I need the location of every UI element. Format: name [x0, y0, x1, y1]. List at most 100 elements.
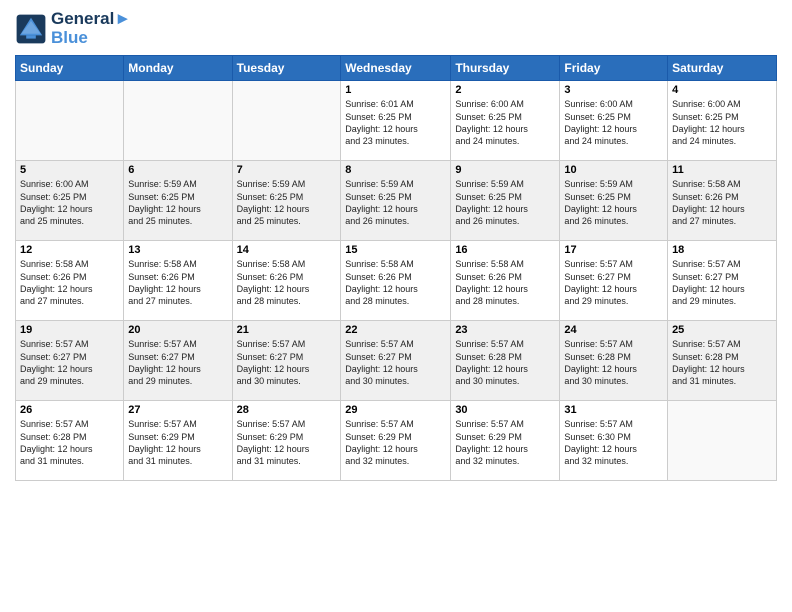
weekday-header: Sunday	[16, 56, 124, 81]
day-info: Sunrise: 6:01 AMSunset: 6:25 PMDaylight:…	[345, 98, 446, 147]
calendar-cell: 31 Sunrise: 5:57 AMSunset: 6:30 PMDayligh…	[560, 401, 668, 481]
calendar-week-row: 26 Sunrise: 5:57 AMSunset: 6:28 PMDayligh…	[16, 401, 777, 481]
calendar-cell: 8Sunrise: 5:59 AMSunset: 6:25 PMDaylight…	[341, 161, 451, 241]
day-number: 22	[345, 324, 446, 336]
calendar-cell: 11 Sunrise: 5:58 AMSunset: 6:26 PMDayligh…	[668, 161, 777, 241]
weekday-header: Wednesday	[341, 56, 451, 81]
day-number: 4	[672, 84, 772, 96]
day-info: Sunrise: 5:57 AMSunset: 6:27 PMDaylight:…	[20, 338, 119, 387]
logo-text: General► Blue	[51, 10, 131, 47]
day-info: Sunrise: 5:59 AMSunset: 6:25 PMDaylight:…	[564, 178, 663, 227]
day-info: Sunrise: 5:58 AMSunset: 6:26 PMDaylight:…	[672, 178, 772, 227]
day-number: 16	[455, 244, 555, 256]
calendar-cell: 15 Sunrise: 5:58 AMSunset: 6:26 PMDayligh…	[341, 241, 451, 321]
day-number: 17	[564, 244, 663, 256]
calendar-cell: 4 Sunrise: 6:00 AMSunset: 6:25 PMDaylight…	[668, 81, 777, 161]
logo: General► Blue	[15, 10, 131, 47]
calendar-cell: 10 Sunrise: 5:59 AMSunset: 6:25 PMDayligh…	[560, 161, 668, 241]
day-info: Sunrise: 5:57 AMSunset: 6:28 PMDaylight:…	[672, 338, 772, 387]
calendar-cell: 23Sunrise: 5:57 AMSunset: 6:28 PMDayligh…	[451, 321, 560, 401]
calendar-week-row: 19 Sunrise: 5:57 AMSunset: 6:27 PMDayligh…	[16, 321, 777, 401]
day-number: 18	[672, 244, 772, 256]
day-info: Sunrise: 6:00 AMSunset: 6:25 PMDaylight:…	[564, 98, 663, 147]
day-number: 10	[564, 164, 663, 176]
day-number: 31	[564, 404, 663, 416]
calendar-cell: 27Sunrise: 5:57 AMSunset: 6:29 PMDayligh…	[124, 401, 232, 481]
day-number: 1	[345, 84, 446, 96]
day-number: 23	[455, 324, 555, 336]
calendar-cell: 1 Sunrise: 6:01 AMSunset: 6:25 PMDaylight…	[341, 81, 451, 161]
weekday-header: Thursday	[451, 56, 560, 81]
calendar-cell: 22 Sunrise: 5:57 AMSunset: 6:27 PMDayligh…	[341, 321, 451, 401]
day-info: Sunrise: 6:00 AMSunset: 6:25 PMDaylight:…	[455, 98, 555, 147]
day-number: 5	[20, 164, 119, 176]
weekday-header: Saturday	[668, 56, 777, 81]
calendar-cell: 24Sunrise: 5:57 AMSunset: 6:28 PMDayligh…	[560, 321, 668, 401]
calendar-cell: 3 Sunrise: 6:00 AMSunset: 6:25 PMDaylight…	[560, 81, 668, 161]
calendar-cell: 29Sunrise: 5:57 AMSunset: 6:29 PMDayligh…	[341, 401, 451, 481]
day-number: 28	[237, 404, 337, 416]
day-info: Sunrise: 5:58 AMSunset: 6:26 PMDaylight:…	[455, 258, 555, 307]
day-info: Sunrise: 5:57 AMSunset: 6:29 PMDaylight:…	[237, 418, 337, 467]
calendar-cell: 13 Sunrise: 5:58 AMSunset: 6:26 PMDayligh…	[124, 241, 232, 321]
day-info: Sunrise: 5:57 AMSunset: 6:27 PMDaylight:…	[564, 258, 663, 307]
day-number: 3	[564, 84, 663, 96]
calendar-cell: 7 Sunrise: 5:59 AMSunset: 6:25 PMDaylight…	[232, 161, 341, 241]
calendar-table: SundayMondayTuesdayWednesdayThursdayFrid…	[15, 55, 777, 481]
calendar-cell	[16, 81, 124, 161]
day-number: 25	[672, 324, 772, 336]
calendar-cell: 20 Sunrise: 5:57 AMSunset: 6:27 PMDayligh…	[124, 321, 232, 401]
header-row: SundayMondayTuesdayWednesdayThursdayFrid…	[16, 56, 777, 81]
day-number: 20	[128, 324, 227, 336]
day-info: Sunrise: 5:57 AMSunset: 6:30 PMDaylight:…	[564, 418, 663, 467]
day-number: 14	[237, 244, 337, 256]
calendar-cell: 2 Sunrise: 6:00 AMSunset: 6:25 PMDaylight…	[451, 81, 560, 161]
day-number: 6	[128, 164, 227, 176]
day-info: Sunrise: 5:57 AMSunset: 6:28 PMDaylight:…	[20, 418, 119, 467]
logo-icon	[15, 13, 47, 45]
calendar-cell: 19 Sunrise: 5:57 AMSunset: 6:27 PMDayligh…	[16, 321, 124, 401]
day-number: 26	[20, 404, 119, 416]
day-info: Sunrise: 5:59 AMSunset: 6:25 PMDaylight:…	[455, 178, 555, 227]
day-number: 15	[345, 244, 446, 256]
day-number: 7	[237, 164, 337, 176]
day-info: Sunrise: 5:57 AMSunset: 6:27 PMDaylight:…	[128, 338, 227, 387]
calendar-cell: 9 Sunrise: 5:59 AMSunset: 6:25 PMDaylight…	[451, 161, 560, 241]
day-number: 21	[237, 324, 337, 336]
day-info: Sunrise: 6:00 AMSunset: 6:25 PMDaylight:…	[672, 98, 772, 147]
calendar-cell: 18 Sunrise: 5:57 AMSunset: 6:27 PMDayligh…	[668, 241, 777, 321]
day-number: 19	[20, 324, 119, 336]
day-info: Sunrise: 5:58 AMSunset: 6:26 PMDaylight:…	[128, 258, 227, 307]
day-number: 8	[345, 164, 446, 176]
day-number: 24	[564, 324, 663, 336]
day-info: Sunrise: 5:57 AMSunset: 6:27 PMDaylight:…	[237, 338, 337, 387]
calendar-cell: 28 Sunrise: 5:57 AMSunset: 6:29 PMDayligh…	[232, 401, 341, 481]
day-number: 30	[455, 404, 555, 416]
day-info: Sunrise: 5:57 AMSunset: 6:27 PMDaylight:…	[345, 338, 446, 387]
day-info: Sunrise: 5:59 AMSunset: 6:25 PMDaylight:…	[237, 178, 337, 227]
calendar-week-row: 5Sunrise: 6:00 AMSunset: 6:25 PMDaylight…	[16, 161, 777, 241]
calendar-cell: 16 Sunrise: 5:58 AMSunset: 6:26 PMDayligh…	[451, 241, 560, 321]
weekday-header: Friday	[560, 56, 668, 81]
day-number: 9	[455, 164, 555, 176]
day-number: 29	[345, 404, 446, 416]
calendar-week-row: 1 Sunrise: 6:01 AMSunset: 6:25 PMDaylight…	[16, 81, 777, 161]
day-info: Sunrise: 5:57 AMSunset: 6:27 PMDaylight:…	[672, 258, 772, 307]
calendar-cell: 12Sunrise: 5:58 AMSunset: 6:26 PMDayligh…	[16, 241, 124, 321]
day-number: 11	[672, 164, 772, 176]
day-info: Sunrise: 5:58 AMSunset: 6:26 PMDaylight:…	[237, 258, 337, 307]
day-info: Sunrise: 5:57 AMSunset: 6:29 PMDaylight:…	[128, 418, 227, 467]
calendar-cell: 21 Sunrise: 5:57 AMSunset: 6:27 PMDayligh…	[232, 321, 341, 401]
weekday-header: Monday	[124, 56, 232, 81]
day-number: 2	[455, 84, 555, 96]
calendar-cell: 14 Sunrise: 5:58 AMSunset: 6:26 PMDayligh…	[232, 241, 341, 321]
day-info: Sunrise: 5:57 AMSunset: 6:29 PMDaylight:…	[455, 418, 555, 467]
weekday-header: Tuesday	[232, 56, 341, 81]
calendar-cell: 17 Sunrise: 5:57 AMSunset: 6:27 PMDayligh…	[560, 241, 668, 321]
day-number: 13	[128, 244, 227, 256]
day-info: Sunrise: 5:58 AMSunset: 6:26 PMDaylight:…	[20, 258, 119, 307]
main-container: General► Blue SundayMondayTuesdayWednesd…	[0, 0, 792, 491]
calendar-cell: 5Sunrise: 6:00 AMSunset: 6:25 PMDaylight…	[16, 161, 124, 241]
calendar-cell: 6Sunrise: 5:59 AMSunset: 6:25 PMDaylight…	[124, 161, 232, 241]
day-info: Sunrise: 5:58 AMSunset: 6:26 PMDaylight:…	[345, 258, 446, 307]
